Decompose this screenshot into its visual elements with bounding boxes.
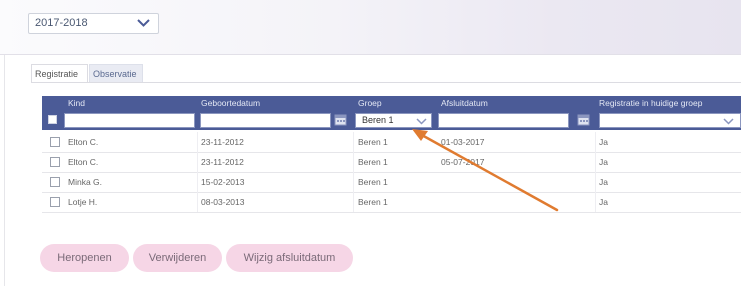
- column-separator: [595, 172, 596, 192]
- tab-observatie[interactable]: Observatie: [89, 64, 143, 82]
- school-year-select[interactable]: 2017-2018: [28, 13, 159, 34]
- column-separator: [595, 192, 596, 212]
- cell-geboortedatum: 23-11-2012: [201, 137, 244, 147]
- chevron-down-icon: [723, 118, 734, 125]
- cell-registratie: Ja: [599, 137, 608, 147]
- cell-kind: Elton C.: [68, 157, 99, 167]
- calendar-icon[interactable]: [334, 113, 347, 126]
- school-year-value: 2017-2018: [35, 17, 88, 29]
- tab-registratie[interactable]: Registratie: [31, 64, 88, 82]
- filter-groep-select[interactable]: Beren 1: [355, 113, 432, 128]
- tab-divider: [31, 82, 741, 83]
- column-header-registratie[interactable]: Registratie in huidige groep: [599, 96, 702, 110]
- column-separator: [353, 172, 354, 192]
- table-row[interactable]: Lotje H. 08-03-2013 Beren 1 Ja: [42, 192, 741, 213]
- table-header: Kind Geboortedatum Groep Afsluitdatum Re…: [42, 96, 741, 110]
- calendar-icon[interactable]: [577, 113, 590, 126]
- reopen-button[interactable]: Heropenen: [40, 244, 129, 272]
- filter-afsluitdatum-input[interactable]: [438, 113, 569, 128]
- column-separator: [353, 132, 354, 152]
- column-separator: [197, 172, 198, 192]
- row-checkbox[interactable]: [50, 177, 60, 187]
- cell-registratie: Ja: [599, 157, 608, 167]
- cell-geboortedatum: 08-03-2013: [201, 197, 245, 207]
- change-close-date-button[interactable]: Wijzig afsluitdatum: [226, 244, 353, 272]
- table-row[interactable]: Elton C. 23-11-2012 Beren 1 05-07-2017 J…: [42, 152, 741, 173]
- cell-groep: Beren 1: [358, 137, 388, 147]
- table-row[interactable]: Minka G. 15-02-2013 Beren 1 Ja: [42, 172, 741, 193]
- column-separator: [353, 192, 354, 212]
- cell-geboortedatum: 15-02-2013: [201, 177, 245, 187]
- cell-groep: Beren 1: [358, 197, 388, 207]
- column-header-afsluitdatum[interactable]: Afsluitdatum: [441, 96, 488, 110]
- cell-afsluitdatum: 05-07-2017: [441, 157, 485, 167]
- column-separator: [197, 192, 198, 212]
- cell-kind: Elton C.: [68, 137, 99, 147]
- cell-groep: Beren 1: [358, 177, 388, 187]
- row-checkbox[interactable]: [50, 137, 60, 147]
- column-separator: [197, 152, 198, 172]
- select-all-checkbox[interactable]: [48, 115, 57, 124]
- cell-registratie: Ja: [599, 197, 608, 207]
- column-header-kind[interactable]: Kind: [68, 96, 85, 110]
- filter-kind-input[interactable]: [64, 113, 195, 128]
- filter-row: Beren 1: [42, 110, 741, 130]
- chevron-down-icon: [137, 19, 150, 27]
- table-row[interactable]: Elton C. 23-11-2012 Beren 1 01-03-2017 J…: [42, 132, 741, 153]
- cell-groep: Beren 1: [358, 157, 388, 167]
- chevron-down-icon: [416, 118, 427, 125]
- filter-geboortedatum-input[interactable]: [200, 113, 331, 128]
- cell-kind: Minka G.: [68, 177, 103, 187]
- column-header-geboortedatum[interactable]: Geboortedatum: [201, 96, 260, 110]
- cell-afsluitdatum: 01-03-2017: [441, 137, 485, 147]
- delete-button[interactable]: Verwijderen: [133, 244, 222, 272]
- column-header-groep[interactable]: Groep: [358, 96, 382, 110]
- column-separator: [595, 132, 596, 152]
- cell-registratie: Ja: [599, 177, 608, 187]
- filter-registratie-select[interactable]: [599, 113, 741, 128]
- filter-groep-value: Beren 1: [362, 115, 394, 125]
- row-checkbox[interactable]: [50, 157, 60, 167]
- column-separator: [197, 132, 198, 152]
- column-separator: [353, 152, 354, 172]
- cell-geboortedatum: 23-11-2012: [201, 157, 244, 167]
- cell-kind: Lotje H.: [68, 197, 98, 207]
- column-separator: [595, 152, 596, 172]
- row-checkbox[interactable]: [50, 197, 60, 207]
